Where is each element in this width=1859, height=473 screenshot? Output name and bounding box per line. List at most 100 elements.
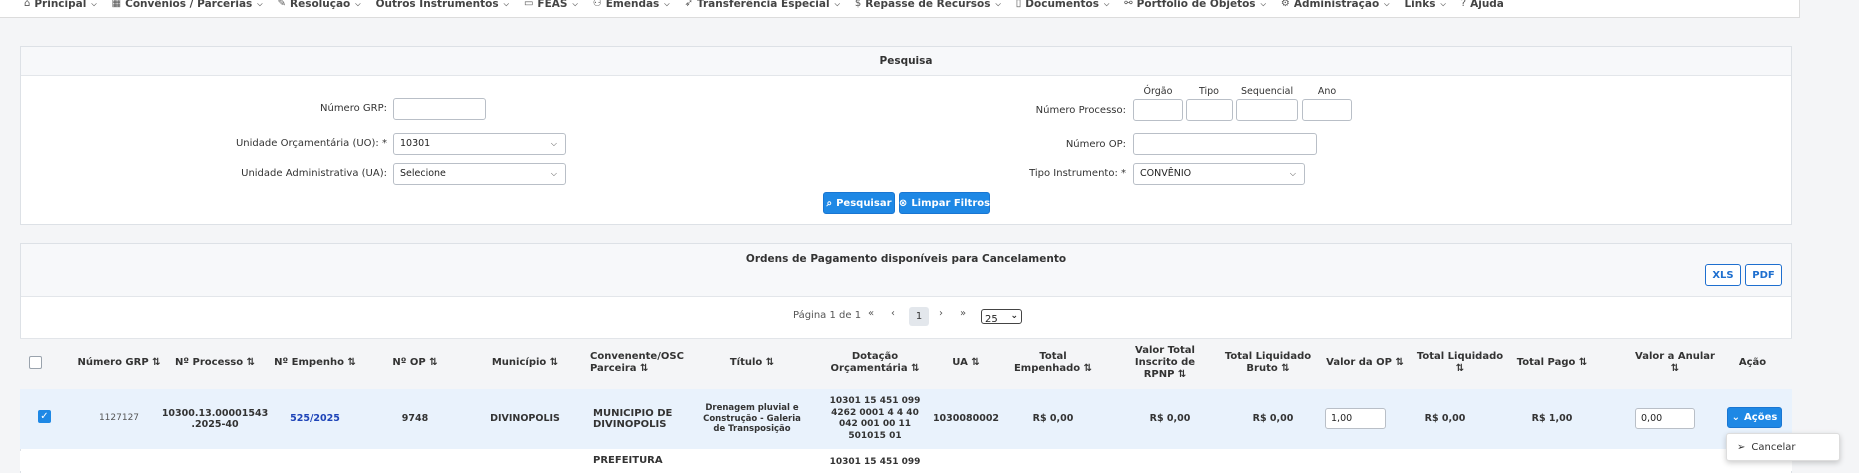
limpar-filtros-button[interactable]: ⊗ Limpar Filtros [899,192,990,214]
nav-label: Convênios / Parcerias [125,0,253,10]
chevron-down-icon: ⌵ [503,0,509,8]
chevron-down-icon: ⌵ [834,0,840,8]
processo-sequencial-input[interactable] [1236,99,1298,121]
nav-item-feas[interactable]: ▭ FEAS ⌵ [524,0,578,9]
tipo-label: Tipo [1199,86,1219,97]
column-header-14[interactable]: Total Liquidado ⇅ [1415,339,1505,387]
nav-item-documentos[interactable]: ▯ Documentos ⌵ [1016,0,1109,9]
prev-page-button[interactable]: ‹ [891,308,895,319]
nav-item-emendas[interactable]: ⚇ Emendas ⌵ [593,0,670,9]
nav-item-links[interactable]: Links ⌵ [1404,0,1445,9]
nav-label: Principal [34,0,87,10]
column-header-8[interactable]: Dotação Orçamentária ⇅ [826,339,924,387]
nav-icon: ? [1460,0,1467,9]
column-header-10[interactable]: Total Empenhado ⇅ [1013,339,1093,387]
processo-tipo-input[interactable] [1186,99,1233,121]
nav-label: FEAS [537,0,568,10]
nav-item-conv-nios-parcerias[interactable]: ▦ Convênios / Parcerias ⌵ [112,0,263,9]
orgao-label: Órgão [1143,86,1173,97]
page-size-select[interactable]: 25 ⌄ [981,309,1022,325]
ua-label: Unidade Administrativa (UA): [241,168,387,179]
acoes-button[interactable]: ⌄ Ações [1727,407,1782,428]
results-panel-title: Ordens de Pagamento disponíveis para Can… [21,244,1791,297]
top-navbar: ⌂ Principal ⌵ ▦ Convênios / Parcerias ⌵ ✎ Resol… [0,0,1800,18]
column-header-6[interactable]: Convenente/OSC Parceira ⇅ [590,339,684,387]
processo-ano-input[interactable] [1302,99,1352,121]
valor-anular-input[interactable]: 0,00 [1635,408,1695,429]
nav-icon: ⌂ [24,0,31,9]
cell-dotacao: 10301 15 451 099 4262 0001 4 4 40 042 00… [829,396,921,441]
nav-icon: ✎ [277,0,286,9]
chevron-down-icon: ⌵ [572,0,578,8]
nav-item-resolu-o[interactable]: ✎ Resolução ⌵ [278,0,361,9]
tipo-instrumento-select[interactable]: CONVÊNIO ⌵ [1133,163,1305,185]
column-header-12[interactable]: Total Liquidado Bruto ⇅ [1223,339,1313,387]
cell-rpnp: R$ 0,00 [1149,413,1191,425]
chevron-down-icon: ⌵ [1260,0,1266,8]
cell-convenente: MUNICIPIO DE DIVINOPOLIS [593,407,673,431]
export-xls-button[interactable]: XLS [1705,264,1741,286]
ua-select[interactable]: Selecione ⌵ [393,163,566,185]
nav-item-portf-lio-de-objetos[interactable]: ⚯ Portfólio de Objetos ⌵ [1124,0,1266,9]
numero-grp-label: Número GRP: [320,103,387,114]
nav-item-principal[interactable]: ⌂ Principal ⌵ [24,0,97,9]
chevron-down-icon: ⌵ [664,0,670,8]
uo-select[interactable]: 10301 ⌵ [393,133,566,155]
nav-icon: ⚯ [1124,0,1133,9]
column-header-3[interactable]: Nº Empenho ⇅ [270,339,360,387]
cell-ua: 1030080002 [932,413,1000,425]
column-header-17: Ação [1738,357,1767,368]
send-icon: ➢ [1737,441,1746,453]
cell-grp: 1127127 [98,413,140,424]
column-header-15[interactable]: Total Pago ⇅ [1512,339,1592,387]
column-header-9[interactable]: UA ⇅ [930,339,1002,387]
nav-label: Outros Instrumentos [375,0,499,10]
numero-op-input[interactable] [1133,133,1317,155]
column-header-5[interactable]: Município ⇅ [490,339,560,387]
nav-item-administra-o[interactable]: ⚙ Administração ⌵ [1281,0,1390,9]
select-all-checkbox[interactable] [29,356,42,369]
next-page-button[interactable]: › [939,308,943,319]
current-page-button[interactable]: 1 [909,307,929,326]
numero-op-label: Número OP: [1065,139,1126,150]
last-page-button[interactable]: » [960,308,966,319]
chevron-down-icon: ⌵ [550,139,557,148]
cell-total-liquidado: R$ 0,00 [1424,413,1466,425]
column-header-4[interactable]: Nº OP ⇅ [380,339,450,387]
valor-op-input[interactable]: 1,00 [1325,408,1386,429]
column-header-2[interactable]: Nº Processo ⇅ [170,339,260,387]
nav-icon: ▭ [523,0,534,9]
nav-item-outros-instrumentos[interactable]: Outros Instrumentos ⌵ [376,0,509,9]
nav-label: Emendas [605,0,660,10]
processo-orgao-input[interactable] [1133,99,1183,121]
cell-op: 9748 [401,413,429,425]
chevron-down-icon: ⌄ [1010,311,1018,321]
nav-icon: $ [854,0,862,9]
cell-processo: 10300.13.00001543 .2025-40 [161,407,269,431]
pesquisar-button[interactable]: ⌕ Pesquisar [823,192,895,214]
clear-icon: ⊗ [898,197,908,209]
column-header-1[interactable]: Número GRP ⇅ [75,339,163,387]
export-pdf-button[interactable]: PDF [1745,264,1782,286]
table-row: ✓ 1127127 10300.13.00001543 .2025-40 525… [20,389,1792,449]
nav-item-transfer-ncia-especial[interactable]: ➶ Transferência Especial ⌵ [685,0,840,9]
nav-item-repasse-de-recursos[interactable]: $ Repasse de Recursos ⌵ [855,0,1001,9]
nav-label: Ajuda [1470,0,1504,10]
uo-label: Unidade Orçamentária (UO): * [235,138,387,149]
nav-item-ajuda[interactable]: ? Ajuda [1461,0,1504,9]
acoes-dropdown-cancelar[interactable]: ➢ Cancelar [1726,433,1840,461]
column-header-16[interactable]: Valor a Anular ⇅ [1635,339,1715,387]
row-checkbox[interactable]: ✓ [38,410,51,423]
cell-municipio: DIVINOPOLIS [490,413,560,425]
cell-empenho[interactable]: 525/2025 [270,389,360,449]
empenho-link[interactable]: 525/2025 [290,413,340,425]
ano-label: Ano [1317,86,1337,97]
numero-grp-input[interactable] [393,98,486,120]
first-page-button[interactable]: « [868,308,874,319]
column-header-11[interactable]: Valor Total Inscrito de RPNP ⇅ [1120,339,1210,387]
column-header-13[interactable]: Valor da OP ⇅ [1325,339,1405,387]
column-header-7[interactable]: Título ⇅ [703,339,801,387]
nav-icon: ⚇ [592,0,602,9]
numero-processo-label: Número Processo: [1035,105,1126,116]
nav-label: Administração [1293,0,1380,10]
